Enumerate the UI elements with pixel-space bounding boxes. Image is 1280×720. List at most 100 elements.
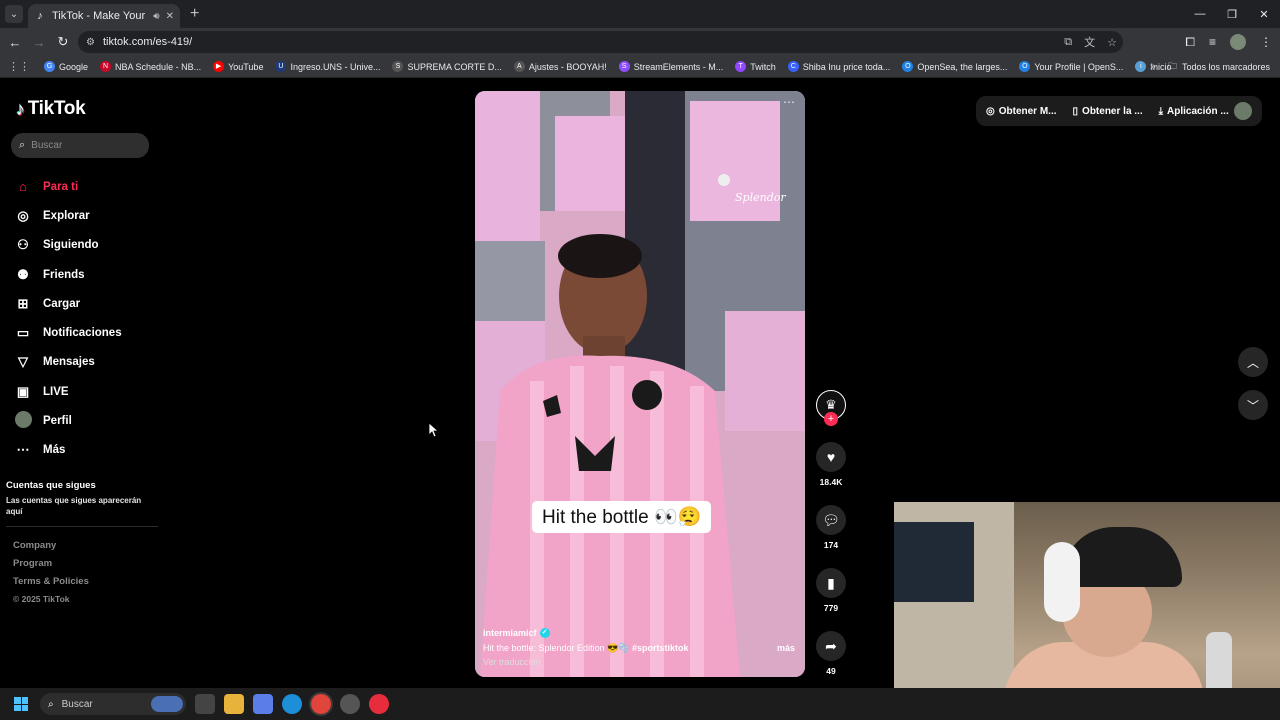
sidebar-item-mas[interactable]: ⋯ Más <box>14 436 122 465</box>
sidebar-divider <box>6 526 158 527</box>
tab-search-button[interactable]: ⌄ <box>5 5 23 23</box>
follow-plus-icon[interactable]: + <box>824 412 838 426</box>
sidebar-item-mensajes[interactable]: ▽ Mensajes <box>14 348 122 377</box>
video-player[interactable]: Splendor ⋯ Hit the bottle 👀😮‍💨 intermiam… <box>475 91 805 677</box>
menu-kebab-icon[interactable]: ⋮ <box>1260 35 1272 49</box>
youtube-music-icon[interactable] <box>369 694 389 714</box>
bookmark-item[interactable]: ▶ YouTube <box>213 61 263 72</box>
hashtag-link[interactable]: #sportstiktok <box>632 643 689 653</box>
bookmark-item[interactable]: S StreamElements - M... <box>618 61 723 72</box>
get-coins-button[interactable]: ◎ Obtener M... <box>986 106 1057 117</box>
bookmark-favicon-icon: G <box>44 61 55 72</box>
user-avatar[interactable] <box>1234 102 1252 120</box>
media-controls-icon[interactable]: ≡ <box>1209 35 1216 49</box>
window-controls: — ❐ ✕ <box>1184 0 1280 28</box>
profile-avatar[interactable] <box>1230 34 1246 50</box>
share-icon: ➦ <box>825 637 837 654</box>
bookmarks-bar: ⋮⋮ G Google N NBA Schedule - NB... ▶ YouTube U… <box>0 56 1280 78</box>
get-app-button[interactable]: ▯ Obtener la ... <box>1073 106 1143 117</box>
video-description: Hit the bottle: Splendor Edition 😎🫧 #spo… <box>483 643 795 654</box>
sidebar-item-perfil[interactable]: Perfil <box>14 406 122 435</box>
sidebar-item-label: Notificaciones <box>43 327 122 340</box>
bookmark-label: Ingreso.UNS - Unive... <box>290 61 381 72</box>
close-window-button[interactable]: ✕ <box>1248 0 1280 28</box>
search-input[interactable]: ⌕ Buscar <box>11 133 149 158</box>
sidebar-item-label: Friends <box>43 268 85 281</box>
comment-count: 174 <box>823 540 839 550</box>
next-video-button[interactable]: ﹀ <box>1238 390 1268 420</box>
all-bookmarks-folder[interactable]: 🗀 Todos los marcadores <box>1168 59 1270 75</box>
forward-button[interactable]: → <box>27 35 51 50</box>
sidebar-item-para-ti[interactable]: ⌂ Para ti <box>14 172 122 201</box>
sidebar-item-siguiendo[interactable]: ⚇ Siguiendo <box>14 231 122 260</box>
install-app-icon[interactable]: ⧉ <box>1064 36 1072 49</box>
like-button[interactable]: ♥ <box>816 442 846 472</box>
bookmark-item[interactable]: A Ajustes - BOOYAH! <box>513 61 607 72</box>
site-info-icon[interactable]: ⚙︎ <box>86 37 95 48</box>
tiktok-logo[interactable]: ♪ TikTok <box>16 98 86 120</box>
reload-button[interactable]: ↻ <box>51 34 75 50</box>
comment-button[interactable]: 💬︎ <box>816 505 846 535</box>
previous-video-button[interactable]: ︿ <box>1238 347 1268 377</box>
webcam-monitor <box>894 522 974 602</box>
bookmark-item[interactable]: U Ingreso.UNS - Unive... <box>275 61 380 72</box>
new-tab-button[interactable]: + <box>190 5 199 23</box>
taskbar-search[interactable]: ⌕ Buscar <box>40 693 186 715</box>
apps-grid-icon[interactable]: ⋮⋮ <box>8 60 30 73</box>
copilot-icon[interactable] <box>253 694 273 714</box>
desktop-app-button[interactable]: ⤓ Aplicación ... <box>1159 106 1229 117</box>
save-button[interactable]: ▮ <box>816 568 846 598</box>
back-button[interactable]: ← <box>3 35 27 50</box>
edge-icon[interactable] <box>282 694 302 714</box>
chevron-up-icon: ︿ <box>1246 355 1259 370</box>
sidebar-item-friends[interactable]: ⚉ Friends <box>14 260 122 289</box>
bookmark-label: SUPREMA CORTE D... <box>407 61 502 72</box>
sidebar-item-cargar[interactable]: ⊞ Cargar <box>14 289 122 318</box>
avatar <box>14 411 32 431</box>
url-text: tiktok.com/es-419/ <box>102 36 193 48</box>
bookmark-item[interactable]: N NBA Schedule - NB... <box>100 61 201 72</box>
footer-link-program[interactable]: Program <box>13 558 89 576</box>
bookmark-favicon-icon: C <box>787 61 799 72</box>
bookmark-item[interactable]: T Twitch <box>735 61 776 72</box>
upload-icon: ⊞ <box>17 295 29 311</box>
bookmark-favicon-icon: S <box>618 61 630 72</box>
footer-link-company[interactable]: Company <box>13 540 89 558</box>
bookmark-item[interactable]: G Google <box>44 61 88 72</box>
search-icon: ⌕ <box>19 139 26 151</box>
sidebar-item-explorar[interactable]: ◎ Explorar <box>14 201 122 230</box>
windows-start-icon[interactable] <box>14 697 28 711</box>
address-bar[interactable]: ⚙︎ tiktok.com/es-419/ ⧉ 文 ☆ <box>78 31 1123 53</box>
bookmark-label: NBA Schedule - NB... <box>115 61 202 72</box>
video-author[interactable]: intermiamicf ✓ <box>483 628 795 638</box>
obs-icon[interactable] <box>340 694 360 714</box>
file-explorer-icon[interactable] <box>224 694 244 714</box>
bookmark-star-icon[interactable]: ☆ <box>1107 36 1117 49</box>
browser-tab-tiktok[interactable]: ♪ TikTok - Make Your Day 🔊︎ ✕ <box>28 4 180 28</box>
bookmark-item[interactable]: O OpenSea, the larges... <box>902 61 1007 72</box>
share-button[interactable]: ➦ <box>816 631 846 661</box>
bookmark-item[interactable]: C Shiba Inu price toda... <box>787 61 890 72</box>
video-more-icon[interactable]: ⋯ <box>783 95 795 109</box>
bookmark-item[interactable]: S SUPREMA CORTE D... <box>392 61 502 72</box>
tab-close-icon[interactable]: ✕ <box>166 11 174 22</box>
translate-icon[interactable]: 文 <box>1084 34 1095 50</box>
live-icon: ▣ <box>16 383 30 399</box>
bookmark-favicon-icon: O <box>902 61 914 72</box>
see-translation-link[interactable]: Ver traducción <box>483 657 795 667</box>
more-link[interactable]: más <box>777 643 795 654</box>
bookmark-item[interactable]: O Your Profile | OpenS... <box>1019 61 1123 72</box>
minimize-button[interactable]: — <box>1184 0 1216 28</box>
tab-audio-icon[interactable]: 🔊︎ <box>153 11 159 22</box>
webcam-headset <box>1044 542 1080 622</box>
chrome-icon[interactable] <box>311 694 331 714</box>
task-view-icon[interactable] <box>195 694 215 714</box>
sidebar-item-notificaciones[interactable]: ▭ Notificaciones <box>14 318 122 347</box>
author-name: intermiamicf <box>483 628 537 638</box>
bookmarks-overflow-icon[interactable]: » <box>1150 61 1156 73</box>
extensions-icon[interactable]: ⧠ <box>1185 35 1195 50</box>
footer-link-terms[interactable]: Terms & Policies <box>13 576 89 594</box>
sidebar-item-label: Perfil <box>43 415 72 428</box>
restore-button[interactable]: ❐ <box>1216 0 1248 28</box>
sidebar-item-live[interactable]: ▣ LIVE <box>14 377 122 406</box>
